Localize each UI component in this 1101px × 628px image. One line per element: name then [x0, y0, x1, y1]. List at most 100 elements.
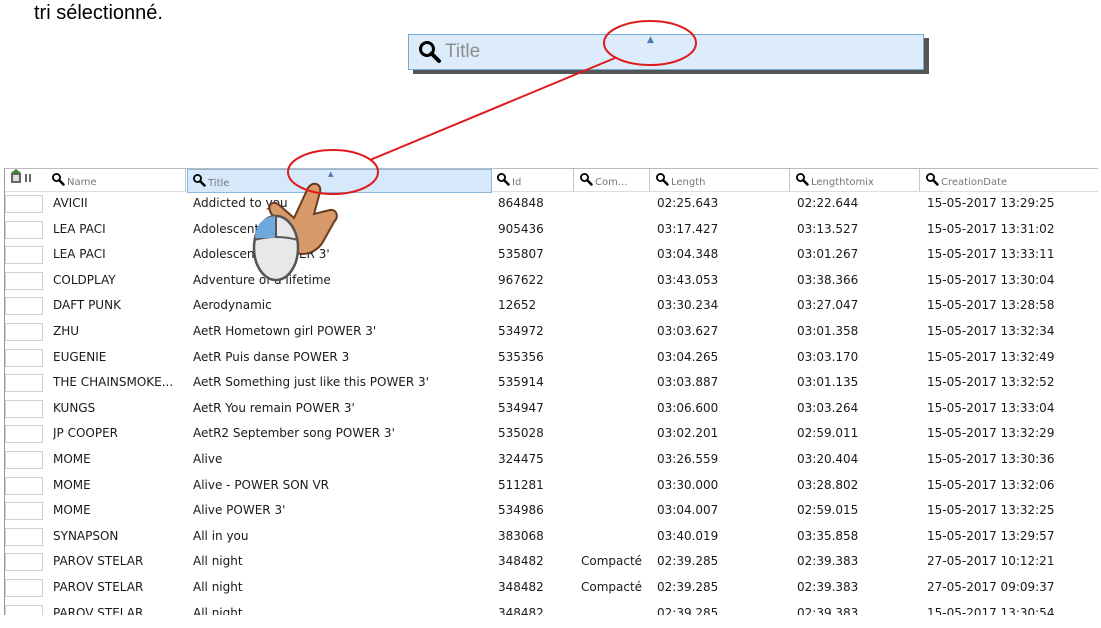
cell-id: 535914 — [498, 375, 544, 390]
header-com[interactable]: Com... — [575, 169, 650, 191]
table-row[interactable]: PAROV STELAR All night 348482 Compacté 02:39… — [5, 577, 1098, 597]
row-selector[interactable] — [5, 195, 43, 213]
row-selector[interactable] — [5, 502, 43, 521]
cell-creationdate: 15-05-2017 13:29:57 — [927, 528, 1055, 543]
cell-title: All in you — [193, 528, 249, 543]
table-row[interactable]: LEA PACI Adolescente 905436 03:17.427 03:13.… — [5, 219, 1098, 239]
row-select-header[interactable] — [5, 169, 47, 191]
table-row[interactable]: PAROV STELAR All night 348482 02:39.285 02:3… — [5, 603, 1098, 615]
cell-name: PAROV STELAR — [53, 605, 144, 615]
cell-com — [581, 423, 647, 443]
header-name[interactable]: Name — [47, 169, 186, 191]
search-icon[interactable] — [795, 172, 809, 186]
cell-id: 348482 — [498, 605, 544, 615]
row-selector[interactable] — [5, 527, 43, 546]
row-selector[interactable] — [5, 348, 43, 367]
cell-id: 535028 — [498, 426, 544, 441]
table-row[interactable]: COLDPLAY Adventure of a lifetime 967622 03:… — [5, 270, 1098, 290]
row-selector[interactable] — [5, 271, 43, 290]
cell-id: 534972 — [498, 324, 544, 338]
cell-length: 02:25.643 — [657, 196, 719, 210]
cell-length: 03:03.887 — [657, 375, 719, 390]
cell-title: All night — [193, 580, 243, 594]
cell-name: ZHU — [53, 324, 80, 338]
row-selector[interactable] — [5, 323, 43, 341]
table-row[interactable]: DAFT PUNK Aerodynamic 12652 03:30.234 03:27.… — [5, 295, 1098, 316]
cell-name: KUNGS — [53, 400, 96, 415]
header-creationdate[interactable]: CreationDate — [921, 169, 1098, 191]
cell-lengthtomix: 02:39.383 — [797, 605, 859, 615]
grid-header: Name Title ▲ Id Com... Length Lengthtomix Creat… — [5, 169, 1098, 193]
cell-creationdate: 15-05-2017 13:32:29 — [927, 426, 1055, 441]
search-icon[interactable] — [192, 173, 206, 187]
cell-lengthtomix: 03:03.264 — [797, 400, 859, 415]
table-row[interactable]: JP COOPER AetR2 September song POWER 3' 53… — [5, 423, 1098, 444]
table-row[interactable]: SYNAPSON All in you 383068 03:40.019 03:35.8… — [5, 526, 1098, 546]
header-id[interactable]: Id — [492, 169, 574, 191]
search-icon — [419, 41, 441, 63]
row-selector[interactable] — [5, 579, 43, 597]
row-selector[interactable] — [5, 553, 43, 572]
cell-length: 03:04.007 — [657, 503, 719, 518]
cell-com — [581, 372, 647, 392]
cell-lengthtomix: 03:03.170 — [797, 349, 859, 364]
row-selector[interactable] — [5, 374, 43, 393]
row-selector[interactable] — [5, 425, 43, 444]
table-row[interactable]: LEA PACIAdolescente POWER 3'53580703:04.… — [5, 244, 1098, 265]
cell-com — [581, 270, 647, 290]
table-row[interactable]: MOME Alive 324475 03:26.559 03:20.404 15-05-2… — [5, 449, 1098, 469]
search-icon[interactable] — [51, 172, 65, 186]
cell-title: Aerodynamic — [193, 298, 272, 313]
search-icon[interactable] — [496, 172, 510, 186]
cell-length: 03:30.234 — [657, 298, 719, 313]
row-selector[interactable] — [5, 246, 43, 265]
cell-id: 383068 — [498, 528, 544, 543]
sort-ascending-icon[interactable]: ▲ — [328, 170, 333, 178]
table-row[interactable]: KUNGS AetR You remain POWER 3' 534947 03:06… — [5, 398, 1098, 418]
cell-id: 535807 — [498, 247, 544, 262]
cell-name: DAFT PUNK — [53, 298, 121, 313]
cell-lengthtomix: 03:13.527 — [797, 221, 859, 236]
row-selector[interactable] — [5, 604, 43, 615]
row-selector[interactable] — [5, 451, 43, 469]
cell-lengthtomix: 02:59.011 — [797, 426, 859, 441]
search-icon[interactable] — [655, 172, 669, 186]
cell-com — [581, 321, 647, 341]
header-lengthtomix[interactable]: Lengthtomix — [791, 169, 920, 191]
header-length[interactable]: Length — [651, 169, 790, 191]
cell-com — [581, 295, 647, 315]
row-selector[interactable] — [5, 476, 43, 495]
table-row[interactable]: ZHU AetR Hometown girl POWER 3' 534972 03:0… — [5, 321, 1098, 341]
cell-creationdate: 27-05-2017 09:09:37 — [927, 580, 1055, 594]
column-chooser-icon[interactable] — [5, 169, 35, 189]
table-row[interactable]: AVICII Addicted to you 864848 02:25.643 02:2… — [5, 193, 1098, 213]
table-row[interactable]: EUGENIE AetR Puis danse POWER 3 535356 03:0… — [5, 347, 1098, 367]
cell-name: THE CHAINSMOKE... — [53, 375, 174, 390]
cell-creationdate: 15-05-2017 13:30:36 — [927, 452, 1055, 466]
search-icon[interactable] — [579, 172, 593, 186]
cell-title: All night — [193, 605, 243, 615]
cell-id: 905436 — [498, 221, 544, 236]
cell-length: 03:43.053 — [657, 272, 719, 287]
search-icon[interactable] — [925, 172, 939, 186]
cell-length: 02:39.285 — [657, 580, 719, 594]
cell-length: 03:04.348 — [657, 247, 719, 262]
row-selector[interactable] — [5, 399, 43, 418]
cell-title: All night — [193, 554, 243, 569]
cell-length: 02:39.285 — [657, 605, 719, 615]
row-selector[interactable] — [5, 297, 43, 316]
table-row[interactable]: PAROV STELAR All night 348482 Compacté 02:39… — [5, 551, 1098, 572]
table-row[interactable]: MOME Alive - POWER SON VR 511281 03:30.000 0… — [5, 475, 1098, 495]
cell-creationdate: 15-05-2017 13:31:02 — [927, 221, 1055, 236]
row-selector[interactable] — [5, 220, 43, 239]
cell-creationdate: 15-05-2017 13:32:06 — [927, 477, 1055, 492]
cell-id: 534947 — [498, 400, 544, 415]
table-row[interactable]: MOME Alive POWER 3' 534986 03:04.007 02:59.0… — [5, 500, 1098, 521]
zoom-title-header: Title ▲ — [408, 34, 924, 70]
cell-length: 03:04.265 — [657, 349, 719, 364]
table-row[interactable]: THE CHAINSMOKE... AetR Something just lik… — [5, 372, 1098, 393]
header-label: Com... — [595, 177, 628, 188]
cell-lengthtomix: 02:39.383 — [797, 554, 859, 569]
tracks-grid: Name Title ▲ Id Com... Length Lengthtomix Creat… — [4, 168, 1098, 615]
cell-length: 03:17.427 — [657, 221, 719, 236]
